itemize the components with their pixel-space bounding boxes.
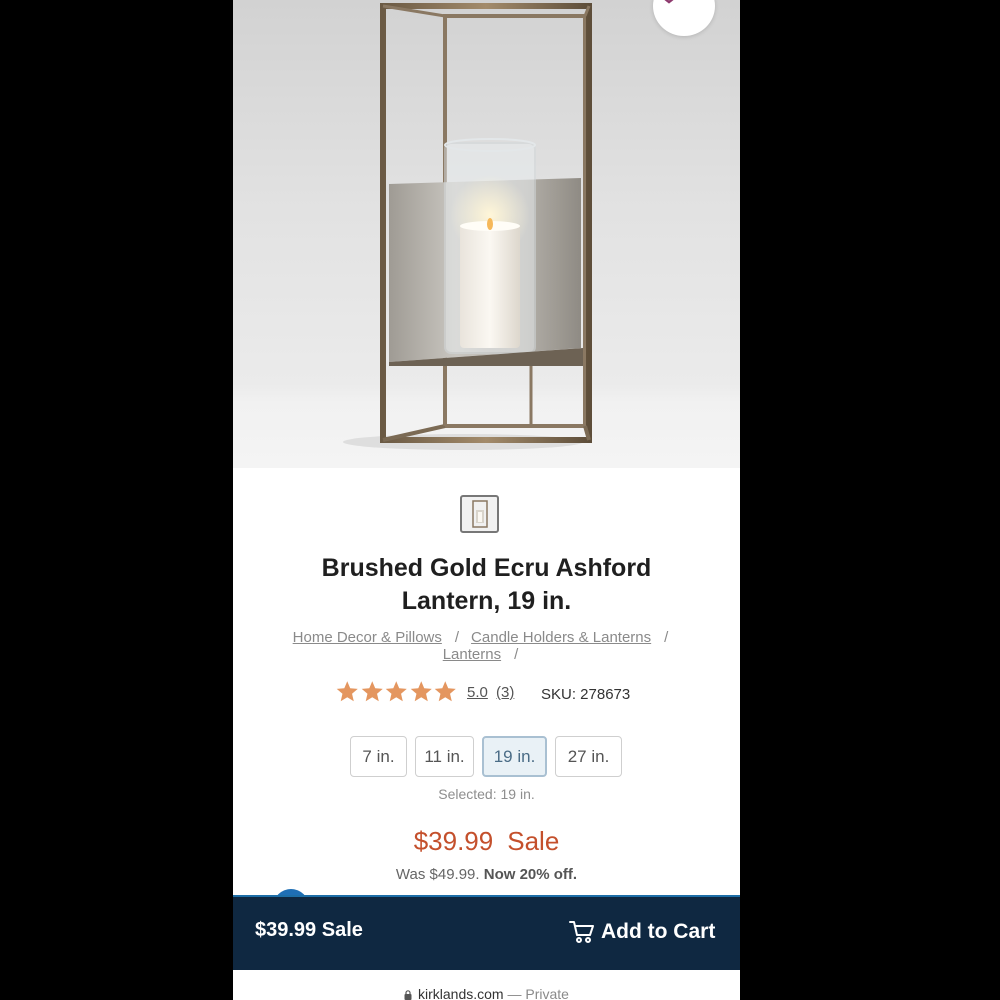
product-title-line2: Lantern, 19 in. [401, 587, 572, 615]
sticky-cart-bar: $39.99 Sale Add to Cart [233, 895, 740, 970]
add-to-cart-button[interactable]: Add to Cart [569, 915, 715, 949]
lantern-illustration [343, 3, 592, 450]
breadcrumb-candle-holders[interactable]: Candle Holders & Lanterns [471, 629, 651, 646]
cart-icon [569, 921, 594, 943]
lantern-thumbnail-icon [471, 500, 488, 528]
breadcrumb-home-decor[interactable]: Home Decor & Pillows [293, 629, 442, 646]
rating-row: 5.0 (3) SKU: 278673 [233, 679, 740, 709]
selected-size-text: Selected: 19 in. [438, 786, 535, 802]
url-text: kirklands.com — Private [233, 986, 740, 1000]
sale-label: Sale [507, 826, 560, 856]
size-option-11in[interactable]: 11 in. [415, 736, 474, 777]
heart-outline-icon [664, 0, 674, 4]
bar-price: $39.99 Sale [255, 919, 363, 941]
review-count[interactable]: (3) [496, 684, 514, 701]
url-domain: kirklands.com [418, 986, 504, 1000]
phone-viewport: Brushed Gold Ecru Ashford Lantern, 19 in… [233, 0, 740, 1000]
was-price-text: Was $49.99. [395, 866, 480, 883]
size-selector: 7 in. 11 in. 19 in. 27 in. [233, 736, 740, 777]
rating-score[interactable]: 5.0 [467, 684, 488, 701]
breadcrumb: Home Decor & Pillows / Candle Holders & La… [263, 629, 710, 663]
image-thumbnail[interactable] [460, 495, 499, 533]
breadcrumb-lanterns[interactable]: Lanterns [443, 646, 501, 663]
private-mode-label: — Private [507, 986, 569, 1000]
product-image[interactable] [233, 0, 740, 468]
discount-text: Now 20% off. [483, 866, 578, 883]
star-icon [434, 681, 456, 702]
add-to-cart-label: Add to Cart [601, 920, 716, 943]
breadcrumb-separator: / [514, 646, 519, 663]
sale-price: $39.99 Sale [233, 826, 740, 857]
size-option-7in[interactable]: 7 in. [350, 736, 407, 777]
browser-url-bar[interactable]: kirklands.com — Private [233, 970, 740, 1000]
breadcrumb-separator: / [454, 629, 460, 646]
star-icon [361, 681, 383, 702]
breadcrumb-separator: / [664, 629, 669, 646]
star-icon [385, 681, 407, 702]
size-option-19in[interactable]: 19 in. [482, 736, 547, 777]
star-icon [410, 681, 432, 702]
rating-stars[interactable] [335, 679, 458, 705]
product-title: Brushed Gold Ecru Ashford Lantern, 19 in… [273, 552, 700, 618]
star-icon [336, 681, 358, 702]
sale-price-value: $39.99 [413, 826, 494, 856]
sku-label: SKU: 278673 [541, 686, 631, 703]
was-price: Was $49.99. Now 20% off. [233, 866, 740, 883]
product-title-line1: Brushed Gold Ecru Ashford [321, 554, 652, 582]
size-option-27in[interactable]: 27 in. [555, 736, 622, 777]
lock-icon [404, 990, 412, 1000]
